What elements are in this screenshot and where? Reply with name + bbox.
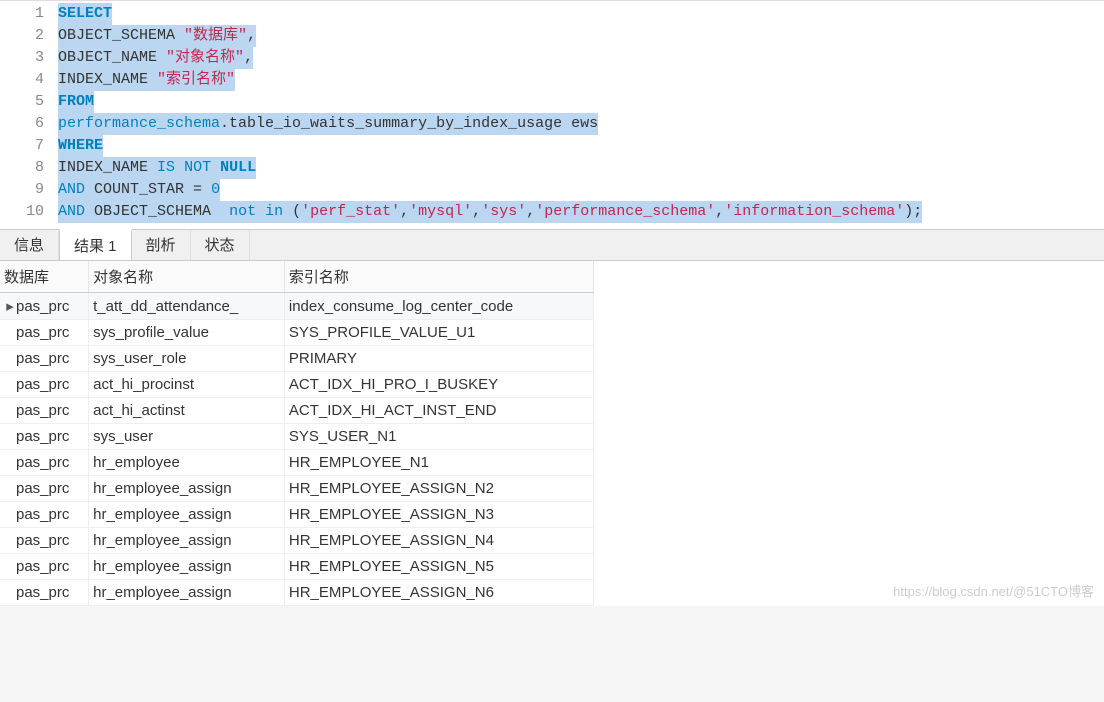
table-row[interactable]: pas_prcsys_profile_valueSYS_PROFILE_VALU… <box>0 320 594 346</box>
cell-idx[interactable]: HR_EMPLOYEE_ASSIGN_N4 <box>284 528 593 554</box>
table-row[interactable]: pas_prchr_employee_assignHR_EMPLOYEE_ASS… <box>0 528 594 554</box>
table-row[interactable]: pas_prcsys_userSYS_USER_N1 <box>0 424 594 450</box>
line-number: 3 <box>0 47 44 69</box>
cell-idx[interactable]: HR_EMPLOYEE_ASSIGN_N2 <box>284 476 593 502</box>
line-number: 9 <box>0 179 44 201</box>
col-object-schema: OBJECT_SCHEMA <box>58 27 175 44</box>
cell-db[interactable]: pas_prc <box>0 320 89 346</box>
col-header-db[interactable]: 数据库 <box>0 261 89 293</box>
cell-idx[interactable]: index_consume_log_center_code <box>284 293 593 320</box>
cell-db[interactable]: pas_prc <box>0 476 89 502</box>
alias-db: "数据库" <box>184 27 247 44</box>
cell-idx[interactable]: ACT_IDX_HI_PRO_I_BUSKEY <box>284 372 593 398</box>
tab-status[interactable]: 状态 <box>191 230 250 260</box>
cell-obj[interactable]: hr_employee <box>89 450 285 476</box>
line-number: 2 <box>0 25 44 47</box>
cell-obj[interactable]: hr_employee_assign <box>89 580 285 606</box>
kw-from: FROM <box>58 93 94 110</box>
cell-obj[interactable]: act_hi_procinst <box>89 372 285 398</box>
cell-obj[interactable]: hr_employee_assign <box>89 554 285 580</box>
tab-result-1[interactable]: 结果 1 <box>59 229 132 260</box>
table-row[interactable]: pas_prcsys_user_rolePRIMARY <box>0 346 594 372</box>
cell-db[interactable]: pas_prc <box>0 372 89 398</box>
cell-idx[interactable]: ACT_IDX_HI_ACT_INST_END <box>284 398 593 424</box>
kw-where: WHERE <box>58 137 103 154</box>
col-object-name: OBJECT_NAME <box>58 49 157 66</box>
table-row[interactable]: pas_prchr_employeeHR_EMPLOYEE_N1 <box>0 450 594 476</box>
cell-db[interactable]: pas_prc <box>0 554 89 580</box>
table-row[interactable]: pas_prchr_employee_assignHR_EMPLOYEE_ASS… <box>0 580 594 606</box>
where-object-schema: OBJECT_SCHEMA <box>94 203 211 220</box>
table-row[interactable]: pas_prcact_hi_procinstACT_IDX_HI_PRO_I_B… <box>0 372 594 398</box>
cell-db[interactable]: pas_prc <box>0 424 89 450</box>
line-number: 8 <box>0 157 44 179</box>
line-number: 1 <box>0 3 44 25</box>
cell-obj[interactable]: t_att_dd_attendance_ <box>89 293 285 320</box>
line-number: 4 <box>0 69 44 91</box>
tab-analyze[interactable]: 剖析 <box>132 230 191 260</box>
col-index-name: INDEX_NAME <box>58 71 148 88</box>
line-gutter: 1 2 3 4 5 6 7 8 9 10 <box>0 3 58 223</box>
col-header-obj[interactable]: 对象名称 <box>89 261 285 293</box>
alias-idx: "索引名称" <box>157 71 235 88</box>
table-row[interactable]: ▸pas_prct_att_dd_attendance_index_consum… <box>0 293 594 320</box>
cell-obj[interactable]: sys_profile_value <box>89 320 285 346</box>
cell-idx[interactable]: HR_EMPLOYEE_ASSIGN_N5 <box>284 554 593 580</box>
where-index-name: INDEX_NAME <box>58 159 148 176</box>
cell-idx[interactable]: PRIMARY <box>284 346 593 372</box>
table-row[interactable]: pas_prchr_employee_assignHR_EMPLOYEE_ASS… <box>0 502 594 528</box>
cell-idx[interactable]: SYS_PROFILE_VALUE_U1 <box>284 320 593 346</box>
cell-obj[interactable]: hr_employee_assign <box>89 476 285 502</box>
cell-db[interactable]: ▸pas_prc <box>0 293 89 320</box>
schema-name: performance_schema <box>58 115 220 132</box>
table-header-row: 数据库 对象名称 索引名称 <box>0 261 594 293</box>
tab-info[interactable]: 信息 <box>0 230 59 260</box>
cell-db[interactable]: pas_prc <box>0 502 89 528</box>
cell-idx[interactable]: HR_EMPLOYEE_N1 <box>284 450 593 476</box>
cell-obj[interactable]: act_hi_actinst <box>89 398 285 424</box>
cell-idx[interactable]: HR_EMPLOYEE_ASSIGN_N6 <box>284 580 593 606</box>
cell-obj[interactable]: hr_employee_assign <box>89 502 285 528</box>
line-number: 6 <box>0 113 44 135</box>
sql-editor[interactable]: 1 2 3 4 5 6 7 8 9 10 SELECT OBJECT_SCHEM… <box>0 0 1104 229</box>
table-row[interactable]: pas_prcact_hi_actinstACT_IDX_HI_ACT_INST… <box>0 398 594 424</box>
cell-db[interactable]: pas_prc <box>0 580 89 606</box>
line-number: 7 <box>0 135 44 157</box>
cell-obj[interactable]: sys_user_role <box>89 346 285 372</box>
cell-idx[interactable]: HR_EMPLOYEE_ASSIGN_N3 <box>284 502 593 528</box>
cell-obj[interactable]: sys_user <box>89 424 285 450</box>
line-number: 5 <box>0 91 44 113</box>
col-header-idx[interactable]: 索引名称 <box>284 261 593 293</box>
kw-not-in: not in <box>229 203 283 220</box>
kw-and: AND <box>58 203 85 220</box>
table-name: table_io_waits_summary_by_index_usage <box>229 115 562 132</box>
table-row[interactable]: pas_prchr_employee_assignHR_EMPLOYEE_ASS… <box>0 476 594 502</box>
count-star: COUNT_STAR <box>94 181 184 198</box>
kw-select: SELECT <box>58 5 112 22</box>
cell-obj[interactable]: hr_employee_assign <box>89 528 285 554</box>
results-grid[interactable]: 数据库 对象名称 索引名称 ▸pas_prct_att_dd_attendanc… <box>0 261 1104 606</box>
table-alias: ews <box>571 115 598 132</box>
row-indicator-icon: ▸ <box>4 297 16 315</box>
result-tabs: 信息 结果 1 剖析 状态 <box>0 229 1104 261</box>
alias-obj: "对象名称" <box>166 49 244 66</box>
cell-idx[interactable]: SYS_USER_N1 <box>284 424 593 450</box>
table-row[interactable]: pas_prchr_employee_assignHR_EMPLOYEE_ASS… <box>0 554 594 580</box>
line-number: 10 <box>0 201 44 223</box>
code-container[interactable]: SELECT OBJECT_SCHEMA "数据库", OBJECT_NAME … <box>58 3 1104 223</box>
cell-db[interactable]: pas_prc <box>0 346 89 372</box>
kw-and: AND <box>58 181 85 198</box>
cell-db[interactable]: pas_prc <box>0 450 89 476</box>
cell-db[interactable]: pas_prc <box>0 398 89 424</box>
cell-db[interactable]: pas_prc <box>0 528 89 554</box>
